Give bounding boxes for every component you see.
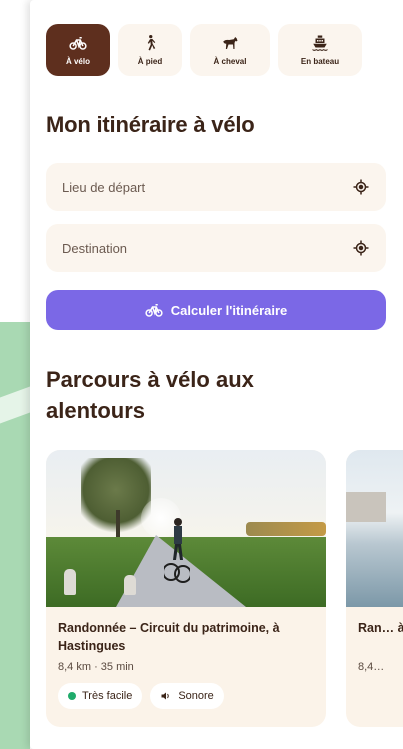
mode-tab-boat[interactable]: En bateau [278,24,362,76]
locate-icon[interactable] [352,239,370,257]
map-area[interactable] [0,322,30,749]
route-meta: 8,4 km · 35 min [58,661,134,673]
routes-carousel[interactable]: Randonnée – Circuit du patrimoine, à Has… [46,450,403,727]
route-title: Ran… à H… [358,621,403,635]
mode-tab-horse[interactable]: À cheval [190,24,270,76]
departure-input[interactable] [62,179,352,195]
mode-label: À cheval [213,57,247,66]
destination-field[interactable] [46,224,386,272]
boat-icon [312,35,328,51]
horse-icon [223,37,238,49]
walker-icon [147,34,156,51]
route-meta: 8,4… [358,661,385,673]
audio-label: Sonore [178,690,214,702]
route-title: Randonnée – Circuit du patrimoine, à Has… [58,621,280,653]
route-tags: Très facile Sonore [58,683,314,709]
calculate-route-button[interactable]: Calculer l'itinéraire [46,290,386,330]
transport-mode-tabs: À vélo À pied À cheval En bateau [46,24,362,76]
calculate-route-label: Calculer l'itinéraire [170,302,288,318]
mode-label: À pied [137,57,163,66]
destination-input[interactable] [62,240,352,256]
bike-icon [145,304,163,317]
departure-field[interactable] [46,163,386,211]
route-card[interactable]: Ran… à H… 8,4… [346,450,403,727]
cyclist-figure [164,518,190,583]
mode-label: À vélo [65,57,90,66]
route-panel: À vélo À pied À cheval En bateau Mon iti… [30,0,403,749]
speaker-icon [161,692,170,700]
route-card[interactable]: Randonnée – Circuit du patrimoine, à Has… [46,450,326,727]
difficulty-label: Très facile [82,690,133,702]
route-photo [346,450,403,607]
section-title: Parcours à vélo aux alentours [46,367,254,423]
green-dot-icon [68,692,76,700]
mode-tab-bike[interactable]: À vélo [46,24,110,76]
mode-tab-walk[interactable]: À pied [118,24,182,76]
background-map [0,0,30,749]
page-title: Mon itinéraire à vélo [46,112,255,137]
difficulty-badge: Très facile [58,683,143,709]
locate-icon[interactable] [352,178,370,196]
mode-label: En bateau [300,57,340,66]
audio-badge: Sonore [150,683,224,709]
bike-icon [69,37,87,50]
route-photo [46,450,326,607]
